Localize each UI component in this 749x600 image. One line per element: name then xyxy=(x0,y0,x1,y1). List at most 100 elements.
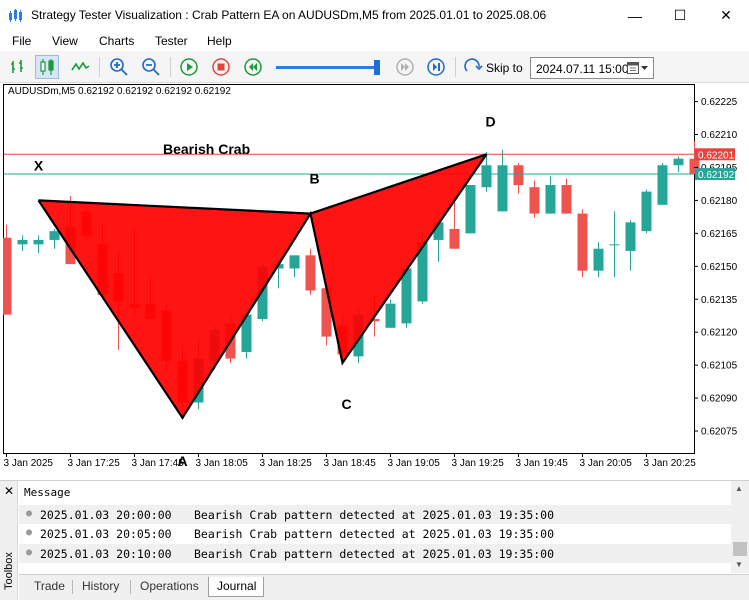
toolbox-label: Toolbox xyxy=(3,552,15,590)
time-tick-label: 3 Jan 17:45 xyxy=(132,458,185,469)
candle-body xyxy=(289,255,300,269)
row-bullet-icon: ● xyxy=(26,527,33,538)
minimize-button[interactable]: — xyxy=(612,0,658,31)
time-tick-label: 3 Jan 19:05 xyxy=(388,458,441,469)
toolbar-separator xyxy=(170,57,171,77)
skip-icon[interactable] xyxy=(461,55,485,79)
pattern-point-label: C xyxy=(341,396,351,412)
journal-message: Bearish Crab pattern detected at 2025.01… xyxy=(194,527,555,541)
price-tick-label: 0.62135 xyxy=(701,295,738,306)
time-tick-label: 3 Jan 20:05 xyxy=(580,458,633,469)
toolbar-separator xyxy=(455,57,456,77)
zoom-out-icon[interactable] xyxy=(139,55,163,79)
toolbox-panel: ✕ Toolbox Message ● 2025.01.03 20:00:00 … xyxy=(0,480,749,600)
time-tick-label: 3 Jan 18:05 xyxy=(196,458,249,469)
journal-row[interactable]: ● 2025.01.03 20:05:00 Bearish Crab patte… xyxy=(19,524,731,543)
price-tick-label: 0.62165 xyxy=(701,229,738,240)
play-icon[interactable] xyxy=(177,55,201,79)
candle-body xyxy=(641,191,652,232)
candle-body xyxy=(625,222,636,251)
toolbox-close-icon[interactable]: ✕ xyxy=(4,484,14,498)
menu-charts[interactable]: Charts xyxy=(99,34,134,48)
candle-body xyxy=(497,165,508,212)
candle-body xyxy=(577,213,588,271)
close-button[interactable]: ✕ xyxy=(703,0,749,31)
journal-time: 2025.01.03 20:05:00 xyxy=(40,527,172,541)
app-icon xyxy=(9,9,22,22)
window-title: Strategy Tester Visualization : Crab Pat… xyxy=(31,8,547,22)
journal-row[interactable]: ● 2025.01.03 20:10:00 Bearish Crab patte… xyxy=(19,544,731,563)
price-tick-label: 0.62225 xyxy=(701,97,738,108)
line-chart-icon[interactable] xyxy=(68,55,92,79)
speed-slider[interactable] xyxy=(276,60,380,75)
candle-body xyxy=(449,228,460,249)
journal-scrollbar[interactable]: ▲ ▼ xyxy=(731,481,749,573)
calendar-dropdown-icon[interactable] xyxy=(627,62,649,75)
price-tick-label: 0.62150 xyxy=(701,262,738,273)
toolbox-sidebar: ✕ Toolbox xyxy=(0,481,18,600)
level-badge-red-text: 0.62201 xyxy=(698,150,735,161)
time-tick-label: 3 Jan 20:25 xyxy=(644,458,697,469)
tab-separator xyxy=(72,580,73,594)
candlestick-chart-icon[interactable] xyxy=(35,55,59,79)
toolbox-tabs: Trade History Operations Journal xyxy=(19,574,749,600)
candle-body xyxy=(3,237,12,315)
pattern-point-label: D xyxy=(485,113,495,129)
step-icon[interactable] xyxy=(393,55,417,79)
pattern-label: Bearish Crab xyxy=(163,141,250,157)
candle-body xyxy=(49,231,60,240)
menu-view[interactable]: View xyxy=(52,34,78,48)
journal-row[interactable]: ● 2025.01.03 20:00:00 Bearish Crab patte… xyxy=(19,505,731,524)
symbol-info: AUDUSDm,M5 0.62192 0.62192 0.62192 0.621… xyxy=(8,86,231,97)
scroll-up-icon[interactable]: ▲ xyxy=(735,484,743,493)
time-tick-label: 3 Jan 19:25 xyxy=(452,458,505,469)
price-tick-label: 0.62075 xyxy=(701,427,738,438)
tab-history[interactable]: History xyxy=(82,577,132,597)
zoom-in-icon[interactable] xyxy=(107,55,131,79)
candle-body xyxy=(593,248,604,271)
candle-body xyxy=(513,165,524,186)
journal-message: Bearish Crab pattern detected at 2025.01… xyxy=(194,547,555,561)
journal-time: 2025.01.03 20:00:00 xyxy=(40,508,172,522)
price-tick-label: 0.62120 xyxy=(701,328,738,339)
journal-time: 2025.01.03 20:10:00 xyxy=(40,547,172,561)
skip-to-label: Skip to xyxy=(486,61,523,75)
message-column-header[interactable]: Message xyxy=(24,486,70,499)
menu-tester[interactable]: Tester xyxy=(155,34,188,48)
time-tick-label: 3 Jan 2025 xyxy=(4,458,54,469)
scroll-down-icon[interactable]: ▼ xyxy=(735,560,743,569)
candle-body xyxy=(33,239,44,245)
skip-date-picker[interactable]: 2024.07.11 15:00 xyxy=(530,57,654,79)
time-tick-label: 3 Jan 18:45 xyxy=(324,458,377,469)
scrollbar-thumb[interactable] xyxy=(733,542,747,556)
tab-journal[interactable]: Journal xyxy=(208,577,264,597)
menu-file[interactable]: File xyxy=(12,34,31,48)
candle-body xyxy=(481,165,492,188)
price-tick-label: 0.62180 xyxy=(701,196,738,207)
toolbar-separator xyxy=(99,57,100,77)
candle-body xyxy=(529,187,540,214)
time-tick-label: 3 Jan 18:25 xyxy=(260,458,313,469)
pattern-point-label: B xyxy=(309,171,319,187)
chart-canvas[interactable]: XABCDBearish Crab0.622250.622100.621950.… xyxy=(3,84,749,470)
price-chart[interactable]: XABCDBearish Crab0.622250.622100.621950.… xyxy=(3,84,749,470)
speed-slider-thumb[interactable] xyxy=(373,60,380,75)
candle-body xyxy=(561,185,572,214)
rewind-icon[interactable] xyxy=(241,55,265,79)
tab-separator xyxy=(130,580,131,594)
fast-forward-icon[interactable] xyxy=(424,55,448,79)
price-tick-label: 0.62090 xyxy=(701,394,738,405)
tab-trade[interactable]: Trade xyxy=(34,577,74,597)
bar-chart-icon[interactable] xyxy=(6,55,30,79)
menu-help[interactable]: Help xyxy=(207,34,232,48)
tab-operations[interactable]: Operations xyxy=(140,577,210,597)
candle-body xyxy=(609,244,620,246)
price-tick-label: 0.62105 xyxy=(701,361,738,372)
time-tick-label: 3 Jan 17:25 xyxy=(68,458,121,469)
stop-icon[interactable] xyxy=(209,55,233,79)
maximize-button[interactable]: ☐ xyxy=(657,0,703,31)
candle-body xyxy=(17,239,28,245)
candle-body xyxy=(465,185,476,234)
speed-slider-fill xyxy=(276,66,377,69)
candle-body xyxy=(673,158,684,166)
